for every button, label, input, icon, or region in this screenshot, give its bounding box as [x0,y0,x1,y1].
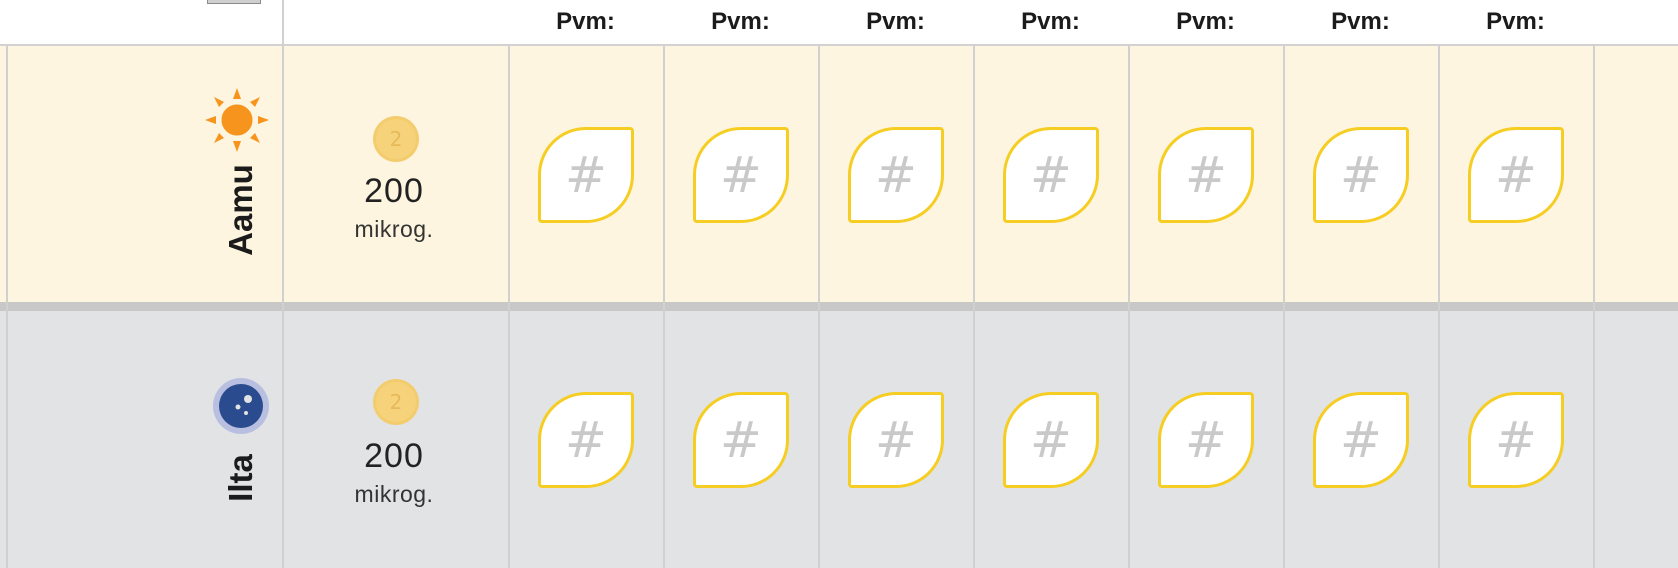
dose-check-cell[interactable]: # [1313,127,1409,223]
column-divider [508,46,510,568]
column-divider [973,46,975,568]
dose-check-cell[interactable]: # [538,127,634,223]
column-divider [818,46,820,568]
dose-check-cell[interactable]: # [693,392,789,488]
dose-unit: mikrog. [354,481,434,507]
dose-check-cell[interactable]: # [1158,392,1254,488]
dose-check-cell[interactable]: # [538,392,634,488]
moon-icon [212,377,270,435]
date-label: Pvm: [1331,8,1390,35]
column-divider [1283,46,1285,568]
column-divider [1593,46,1595,568]
column-divider [1438,46,1440,568]
row-divider [0,302,1678,311]
date-label: Pvm: [1486,8,1545,35]
dose-check-cell[interactable]: # [1003,127,1099,223]
dose-check-cell[interactable]: # [1468,392,1564,488]
sun-icon [203,86,271,154]
dose-check-cell[interactable]: # [1468,127,1564,223]
column-divider [282,0,284,568]
dose-check-cell[interactable]: # [1003,392,1099,488]
dose-unit: mikrog. [354,216,434,242]
dose-check-cell[interactable]: # [1313,392,1409,488]
column-divider [1128,46,1130,568]
date-label: Pvm: [556,8,615,35]
date-label: Pvm: [1176,8,1235,35]
tablet-icon: 2 [372,115,420,163]
tablet-icon: 2 [372,378,420,426]
dose-check-cell[interactable]: # [848,127,944,223]
svg-text:2: 2 [390,390,403,414]
date-label: Pvm: [1021,8,1080,35]
dose-check-cell[interactable]: # [1158,127,1254,223]
dose-amount: 200 [364,437,424,475]
date-label: Pvm: [711,8,770,35]
dose-check-cell[interactable]: # [848,392,944,488]
svg-text:2: 2 [390,127,403,151]
dose-amount: 200 [364,172,424,210]
column-divider [663,46,665,568]
period-label-evening: Ilta [222,454,259,502]
date-label: Pvm: [866,8,925,35]
corner-tab [207,0,261,4]
period-label-morning: Aamu [222,164,259,256]
dose-check-cell[interactable]: # [693,127,789,223]
column-divider [6,46,8,568]
